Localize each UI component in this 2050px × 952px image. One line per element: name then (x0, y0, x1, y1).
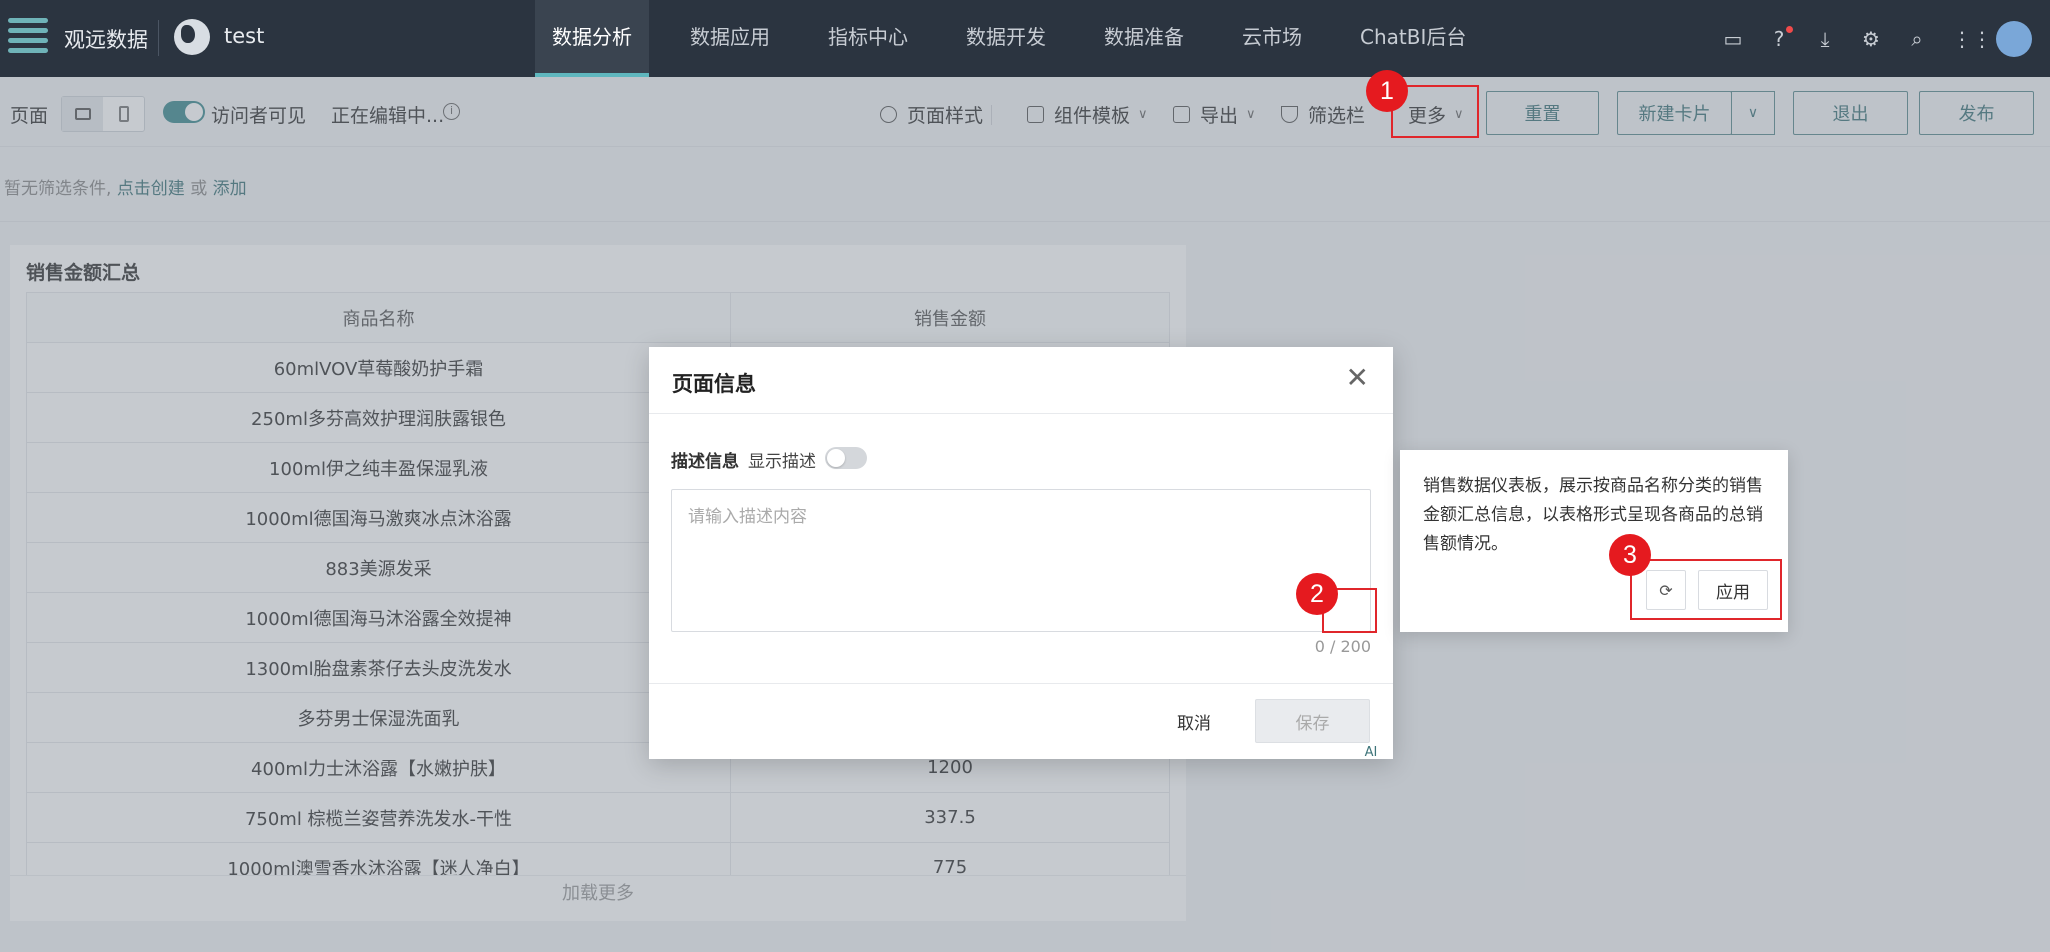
nav-tab-data-development[interactable]: 数据开发 (949, 0, 1063, 77)
screen-share-icon[interactable]: ▭ (1722, 28, 1744, 50)
save-button[interactable]: 保存 (1255, 699, 1370, 743)
modal-title: 页面信息 (672, 372, 756, 396)
callout-badge: 2 (1296, 573, 1338, 615)
top-nav: 观远数据 test 数据分析 数据应用 指标中心 数据开发 数据准备 云市场 C… (0, 0, 2050, 77)
nav-tabs: 数据分析 数据应用 指标中心 数据开发 数据准备 云市场 ChatBI后台 (535, 0, 1507, 77)
page-info-modal: 页面信息 ✕ 描述信息 显示描述 请输入描述内容 AI 0 / 200 取消 保… (649, 347, 1393, 760)
search-icon[interactable]: ⌕ (1906, 28, 1928, 50)
ai-generate-icon[interactable]: AI (1360, 742, 1382, 764)
help-icon[interactable]: ? (1768, 25, 1793, 50)
callout-badge: 1 (1366, 70, 1408, 112)
settings-icon[interactable]: ⚙ (1860, 28, 1882, 50)
show-description-label: 显示描述 (748, 452, 816, 472)
notification-dot (1786, 25, 1793, 33)
show-description-toggle[interactable] (825, 447, 867, 469)
project-globe-icon[interactable] (174, 19, 210, 55)
description-label: 描述信息 (671, 452, 739, 472)
close-icon[interactable]: ✕ (1346, 363, 1369, 393)
app-name[interactable]: 观远数据 (64, 24, 148, 54)
callout-badge: 3 (1609, 534, 1651, 576)
char-counter: 0 / 200 (1314, 637, 1371, 656)
nav-tab-chatbi-admin[interactable]: ChatBI后台 (1343, 0, 1483, 77)
modal-divider (649, 413, 1393, 414)
modal-divider (649, 683, 1393, 684)
project-name[interactable]: test (224, 24, 264, 48)
callout-box-apply (1630, 559, 1782, 620)
apps-grid-icon[interactable]: ⋮⋮ (1952, 28, 1992, 50)
nav-divider (158, 20, 159, 56)
menu-logo-icon[interactable] (8, 18, 48, 58)
cancel-button[interactable]: 取消 (1159, 699, 1229, 743)
download-icon[interactable]: ⤓ (1814, 28, 1836, 50)
nav-tab-cloud-market[interactable]: 云市场 (1225, 0, 1319, 77)
textarea-placeholder: 请输入描述内容 (688, 507, 807, 527)
nav-tab-metric-center[interactable]: 指标中心 (811, 0, 925, 77)
ai-suggestion-text: 销售数据仪表板，展示按商品名称分类的销售金额汇总信息，以表格形式呈现各商品的总销… (1423, 476, 1763, 554)
description-textarea[interactable]: 请输入描述内容 AI (671, 489, 1377, 760)
nav-icon-group: ▭ ? ⤓ ⚙ ⌕ ⋮⋮ (1698, 0, 2032, 77)
nav-tab-data-application[interactable]: 数据应用 (673, 0, 787, 77)
nav-tab-data-analysis[interactable]: 数据分析 (535, 0, 649, 77)
user-avatar[interactable] (1996, 20, 2032, 57)
nav-tab-data-prep[interactable]: 数据准备 (1087, 0, 1201, 77)
